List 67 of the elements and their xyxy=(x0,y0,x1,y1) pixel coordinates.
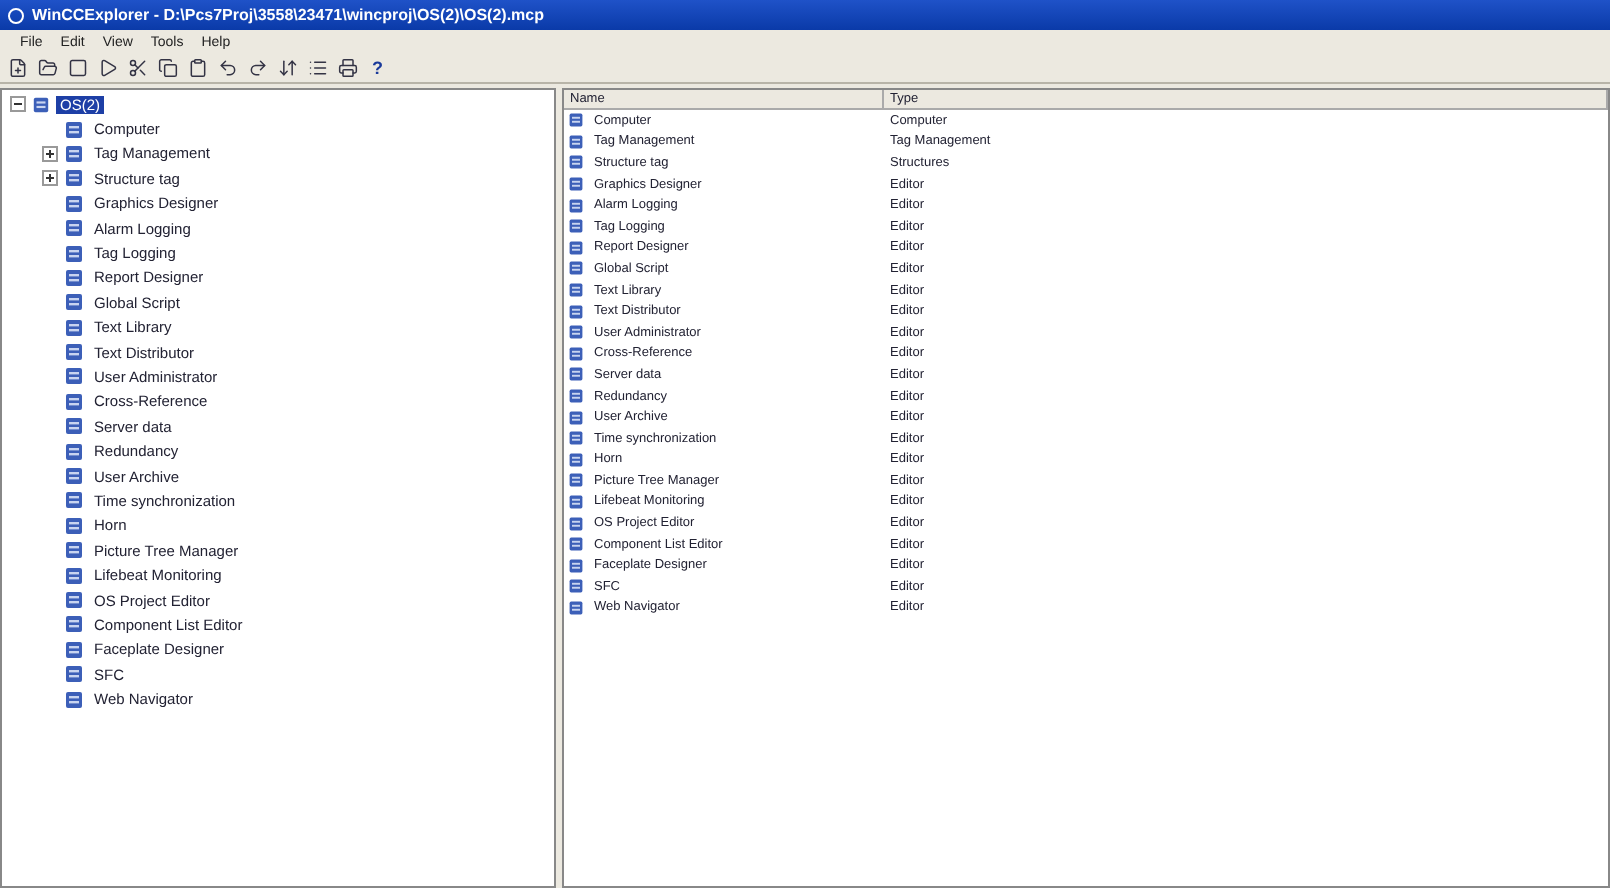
module-icon xyxy=(64,416,84,437)
help-button[interactable]: ? xyxy=(368,58,387,78)
redo-icon[interactable] xyxy=(248,58,268,78)
module-icon xyxy=(64,565,84,586)
module-icon xyxy=(568,324,584,341)
module-icon xyxy=(568,578,584,595)
module-icon xyxy=(64,441,84,462)
module-icon xyxy=(64,590,84,610)
module-icon xyxy=(568,303,584,320)
module-icon xyxy=(568,176,584,193)
expand-icon[interactable] xyxy=(42,145,58,162)
module-icon xyxy=(64,540,84,561)
module-icon xyxy=(568,472,584,489)
module-icon xyxy=(64,689,84,710)
module-icon xyxy=(64,466,84,487)
stop-icon[interactable] xyxy=(68,58,88,78)
cut-icon[interactable] xyxy=(128,58,148,78)
app-logo-icon xyxy=(8,7,24,23)
module-icon xyxy=(568,260,584,277)
collapse-icon[interactable] xyxy=(10,96,26,113)
undo-icon[interactable] xyxy=(218,58,238,78)
module-icon xyxy=(64,342,84,363)
module-icon xyxy=(568,557,584,574)
module-icon xyxy=(568,493,584,510)
expand-icon[interactable] xyxy=(42,170,58,187)
new-file-icon[interactable] xyxy=(8,58,28,78)
module-icon xyxy=(568,345,584,362)
sort-icon[interactable] xyxy=(278,58,298,78)
module-icon xyxy=(64,515,84,536)
module-icon xyxy=(568,197,584,214)
window-title: WinCCExplorer - D:\Pcs7Proj\3558\23471\wincproj\OS(2)\OS(2).mcp xyxy=(32,6,545,24)
module-icon xyxy=(568,515,584,532)
module-icon xyxy=(64,168,84,189)
module-icon xyxy=(64,243,84,264)
module-icon xyxy=(568,388,584,405)
module-icon xyxy=(568,599,584,616)
clipboard-icon[interactable] xyxy=(188,58,208,78)
module-icon xyxy=(64,119,84,140)
copy-icon[interactable] xyxy=(158,58,178,78)
module-icon xyxy=(64,664,84,685)
module-icon xyxy=(32,95,50,114)
module-icon xyxy=(64,490,84,511)
module-icon xyxy=(64,391,84,412)
module-icon xyxy=(64,218,84,239)
module-icon xyxy=(568,133,584,150)
folder-icon[interactable] xyxy=(38,58,58,78)
module-icon xyxy=(64,614,84,635)
module-icon xyxy=(568,154,584,171)
module-icon xyxy=(568,430,584,447)
module-icon xyxy=(568,282,584,299)
module-icon xyxy=(568,366,584,383)
module-icon xyxy=(64,317,84,338)
module-icon xyxy=(568,239,584,256)
module-icon xyxy=(568,451,584,468)
printer-icon[interactable] xyxy=(338,58,358,78)
module-icon xyxy=(64,639,84,660)
list-icon[interactable] xyxy=(308,58,328,78)
module-icon xyxy=(64,366,84,387)
module-icon xyxy=(568,409,584,426)
play-icon[interactable] xyxy=(98,58,118,78)
module-icon xyxy=(568,218,584,235)
module-icon xyxy=(64,143,84,164)
module-icon xyxy=(64,193,84,214)
module-icon xyxy=(64,292,84,313)
module-icon xyxy=(64,267,84,288)
module-icon xyxy=(568,536,584,553)
module-icon xyxy=(568,112,584,129)
